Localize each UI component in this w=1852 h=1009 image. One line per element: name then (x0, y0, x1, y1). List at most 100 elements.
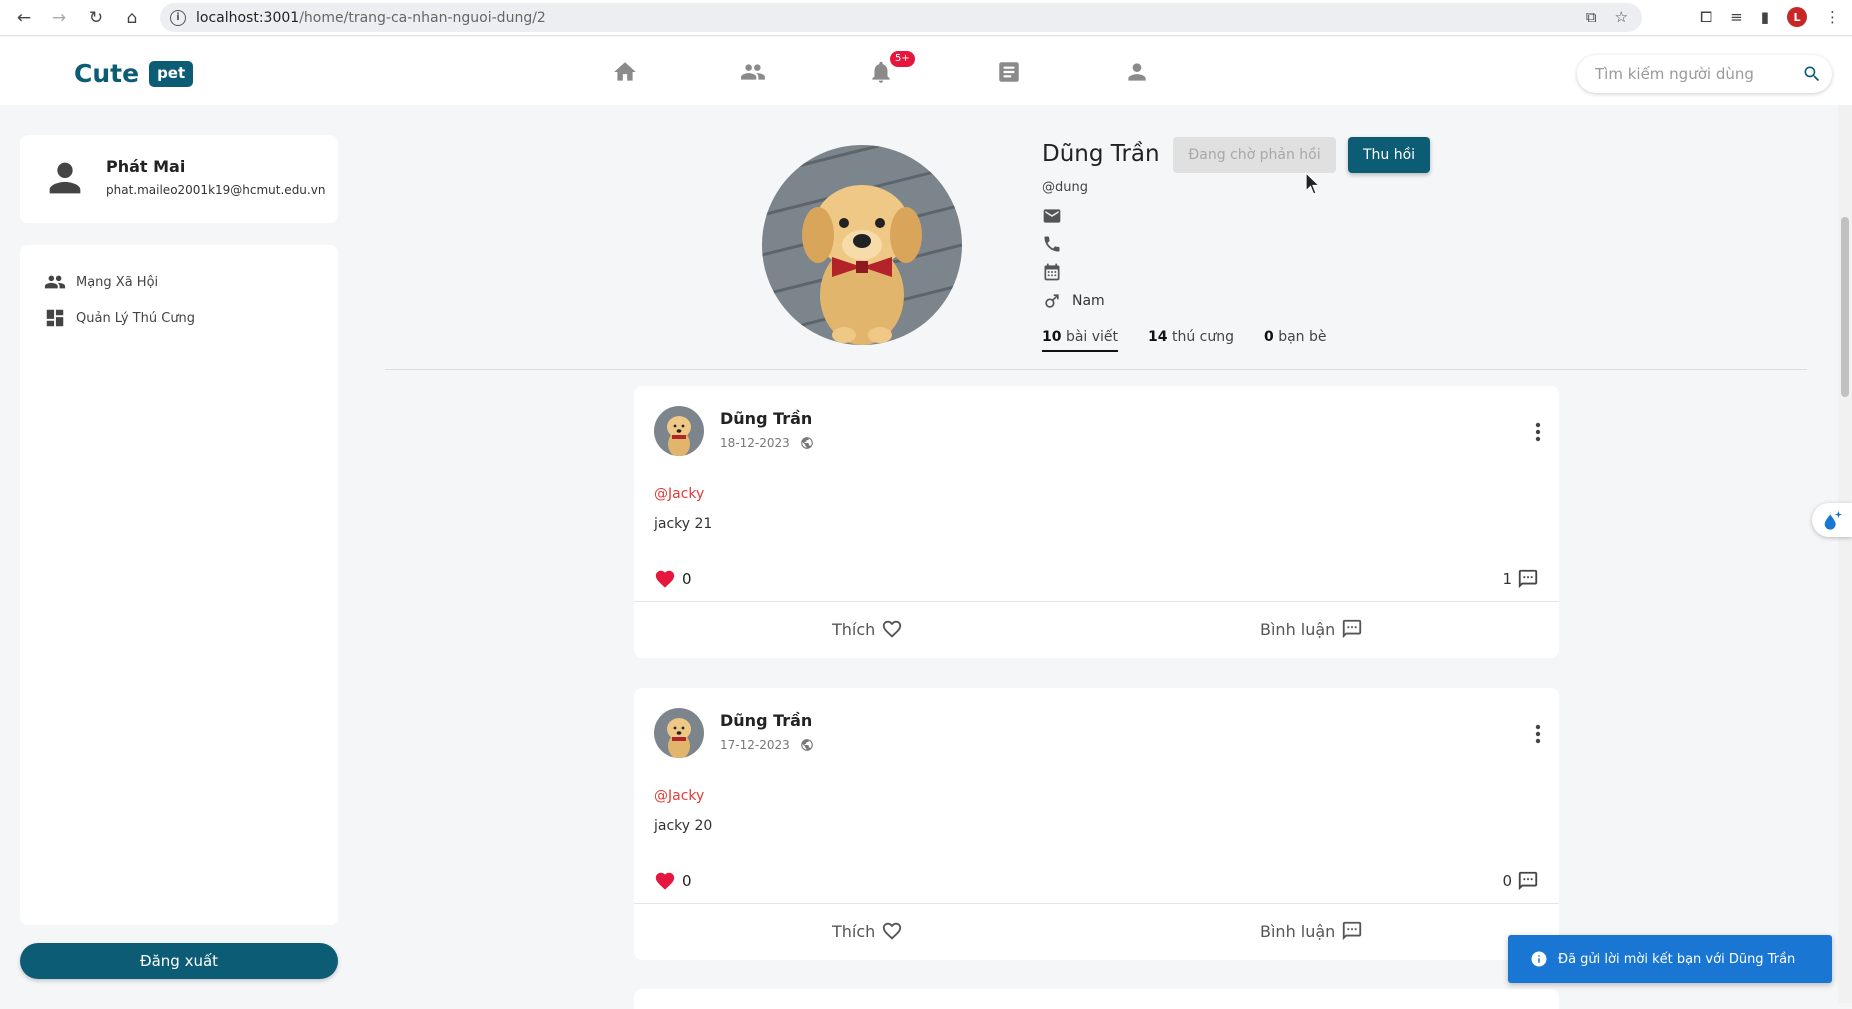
bookmark-star-icon[interactable]: ☆ (1615, 8, 1628, 26)
post-author-avatar[interactable] (654, 406, 704, 456)
like-label: Thích (832, 921, 876, 941)
sidebar-item-label: Mạng Xã Hội (76, 274, 159, 290)
like-button[interactable]: Thích (832, 618, 903, 640)
logo-text: Cute (74, 59, 140, 88)
comment-count-text: 1 (1502, 570, 1512, 588)
page-scrollbar[interactable] (1838, 105, 1852, 1003)
post-date-text: 17-12-2023 (720, 738, 790, 752)
post-like-count: 0 (654, 568, 692, 590)
sidebar-menu: Mạng Xã Hội Quản Lý Thú Cưng (20, 245, 338, 925)
like-button[interactable]: Thích (832, 920, 903, 942)
mail-icon (1043, 209, 1061, 223)
url-path: /home/trang-ca-nhan-nguoi-dung/2 (299, 9, 546, 26)
reload-icon[interactable]: ↻ (84, 6, 108, 30)
post-author[interactable]: Dũng Trần (720, 409, 812, 428)
back-arrow-icon[interactable]: ← (12, 6, 36, 30)
forward-arrow-icon[interactable]: → (47, 6, 71, 30)
person-icon (1128, 63, 1146, 81)
post-card: Dũng Trần 18-12-2023 @Jacky jacky 21 0 1… (634, 386, 1559, 658)
comment-button[interactable]: Bình luận (1260, 920, 1363, 942)
profile-email-row (1042, 206, 1062, 226)
post-author[interactable]: Dũng Trần (720, 711, 812, 730)
comment-button[interactable]: Bình luận (1260, 618, 1363, 640)
nav-posts[interactable] (996, 59, 1022, 89)
logout-button[interactable]: Đăng xuất (20, 943, 338, 979)
comment-icon (1343, 921, 1362, 941)
post-pet-tag[interactable]: @Jacky (654, 486, 704, 502)
stat-count: 10 (1042, 329, 1062, 345)
post-author-avatar[interactable] (654, 708, 704, 758)
post-text: jacky 20 (654, 818, 713, 834)
heart-outline-icon (883, 922, 902, 940)
assistant-float-button[interactable] (1812, 503, 1852, 537)
comment-icon (1343, 619, 1362, 639)
post-text: jacky 21 (654, 516, 713, 532)
people-icon (741, 64, 765, 80)
tab-friends[interactable]: 0 bạn bè (1264, 329, 1327, 352)
stat-count: 14 (1148, 329, 1168, 345)
heart-outline-icon (883, 620, 902, 638)
profile-name: Dũng Trần (1042, 141, 1160, 167)
comment-icon (1518, 871, 1538, 891)
people-icon (44, 275, 66, 289)
media-control-icon[interactable]: ≡ (1730, 8, 1743, 26)
stat-label: bài viết (1065, 329, 1119, 345)
post-comment-count[interactable]: 1 (1502, 568, 1539, 590)
nav-friends[interactable] (740, 59, 766, 89)
profile-avatar (762, 145, 962, 345)
nav-profile[interactable] (1124, 59, 1150, 89)
tab-pets[interactable]: 14 thú cưng (1148, 329, 1234, 352)
search-icon[interactable] (1802, 64, 1822, 84)
site-info-icon[interactable]: i (170, 9, 186, 26)
current-user-email: phat.maileo2001k19@hcmut.edu.vn (106, 183, 326, 197)
comment-count-text: 0 (1502, 872, 1512, 890)
nav-notifications[interactable]: 5+ (868, 51, 915, 89)
side-panel-icon[interactable]: ▮ (1761, 8, 1769, 26)
revoke-request-button[interactable]: Thu hồi (1348, 137, 1430, 173)
calendar-icon (1044, 263, 1060, 281)
profile-gender: Nam (1072, 293, 1105, 309)
more-vert-icon[interactable] (1535, 724, 1541, 744)
scrollbar-thumb[interactable] (1841, 217, 1849, 397)
like-label: Thích (832, 619, 876, 639)
sidebar-item-label: Quản Lý Thú Cưng (76, 310, 196, 326)
user-search (1577, 55, 1832, 93)
install-app-icon[interactable]: ⧉ (1586, 8, 1597, 26)
post-like-count: 0 (654, 870, 692, 892)
search-input[interactable] (1595, 65, 1785, 83)
post-date: 17-12-2023 (720, 738, 814, 752)
url-text[interactable]: localhost:3001/home/trang-ca-nhan-nguoi-… (196, 10, 546, 26)
post-divider (634, 903, 1559, 904)
post-divider (634, 601, 1559, 602)
logo-badge: pet (149, 60, 194, 87)
globe-icon (800, 739, 813, 751)
address-bar[interactable]: i localhost:3001/home/trang-ca-nhan-nguo… (160, 3, 1642, 32)
post-date-text: 18-12-2023 (720, 436, 790, 450)
notification-badge: 5+ (890, 51, 915, 67)
like-count-text: 0 (682, 872, 692, 890)
sidebar-item-social[interactable]: Mạng Xã Hội (44, 271, 158, 293)
profile-birthday-row (1042, 262, 1062, 282)
nav-home[interactable] (612, 59, 638, 89)
post-comment-count[interactable]: 0 (1502, 870, 1539, 892)
current-user-card: Phát Mai phat.maileo2001k19@hcmut.edu.vn (20, 135, 338, 223)
profile-stats: 10 bài viết 14 thú cưng 0 bạn bè (1042, 329, 1356, 352)
current-user-name: Phát Mai (106, 157, 186, 176)
profile-avatar-icon[interactable]: L (1787, 7, 1807, 27)
browser-menu-icon[interactable]: ⋮ (1825, 8, 1840, 26)
logo[interactable]: Cute pet (74, 59, 194, 88)
more-vert-icon[interactable] (1535, 422, 1541, 442)
pending-response-button[interactable]: Đang chờ phản hồi (1173, 137, 1336, 173)
extensions-icon[interactable]: ⧠ (1700, 8, 1712, 26)
home-icon[interactable]: ⌂ (120, 6, 144, 30)
heart-filled-icon (655, 872, 675, 890)
comment-icon (1518, 569, 1538, 589)
sidebar-item-pet-management[interactable]: Quản Lý Thú Cưng (44, 307, 195, 329)
info-icon (1531, 951, 1547, 967)
app-header: Cute pet 5+ (0, 37, 1852, 105)
tab-posts[interactable]: 10 bài viết (1042, 329, 1119, 352)
phone-icon (1044, 236, 1060, 252)
like-count-text: 0 (682, 570, 692, 588)
post-pet-tag[interactable]: @Jacky (654, 788, 704, 804)
article-icon (999, 62, 1019, 82)
